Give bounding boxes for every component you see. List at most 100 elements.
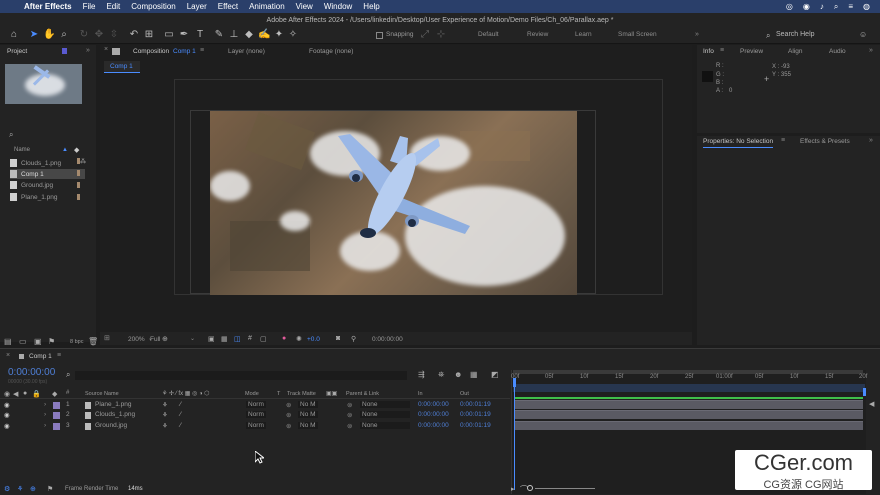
pickwhip-icon[interactable]: ⊚	[347, 422, 352, 430]
preview-tab[interactable]: Preview	[740, 48, 763, 55]
clone-tool-icon[interactable]: ⊥	[228, 29, 240, 41]
creative-cloud-icon[interactable]: ◎	[786, 2, 793, 12]
brush-tool-icon[interactable]: ✎	[213, 29, 225, 41]
breadcrumb[interactable]: Comp 1	[104, 61, 140, 73]
render-time-toggle-icon[interactable]: ⚑	[47, 485, 53, 493]
bell-icon[interactable]: ♪	[820, 2, 824, 12]
layer-in[interactable]: 0:00:00:00	[418, 411, 449, 418]
3d-view-icon[interactable]: ▢	[260, 335, 267, 343]
layer-name[interactable]: Plane_1.png	[95, 401, 132, 408]
col-mode[interactable]: Mode	[245, 391, 259, 397]
layer-parent[interactable]: None	[360, 422, 410, 429]
pickwhip-icon[interactable]: ⊚	[347, 401, 352, 409]
share-icon[interactable]: ☺	[859, 30, 867, 39]
layer-row[interactable]: ◉ › 3 Ground.jpg ⚘ ⁄ Norm ⊛ No M ⊚ None …	[0, 421, 510, 432]
label-icon[interactable]: ◆	[52, 390, 57, 398]
layer-trackmatte[interactable]: No M	[298, 401, 318, 408]
label-color[interactable]	[53, 412, 60, 419]
twirl-icon[interactable]: ›	[44, 411, 46, 418]
col-parent[interactable]: Parent & Link	[346, 391, 379, 397]
quality-switch-icon[interactable]: ⁄	[180, 411, 181, 418]
pan-tool-icon[interactable]: ✥	[93, 29, 105, 41]
align-tab[interactable]: Align	[788, 48, 802, 55]
zoom-select[interactable]: 200%	[128, 336, 145, 343]
info-tab[interactable]: Info	[703, 48, 714, 55]
always-preview-icon[interactable]: ⊞	[104, 334, 110, 342]
control-icon[interactable]: ≡	[848, 2, 853, 12]
footage-tab[interactable]: Footage (none)	[309, 48, 353, 55]
info-overflow-icon[interactable]: »	[869, 47, 873, 54]
composition-canvas[interactable]	[210, 111, 577, 295]
timeline-menu-icon[interactable]: ≡	[57, 352, 61, 359]
workspace-learn[interactable]: Learn	[575, 31, 592, 38]
comp-tab-prefix[interactable]: Composition	[133, 48, 169, 55]
draft-3d-icon[interactable]: ⛯	[438, 370, 444, 380]
current-timecode[interactable]: 0:00:00:00	[8, 367, 55, 378]
collapse-switch-icon[interactable]: ⚘	[162, 401, 168, 409]
matte-icon[interactable]: ⊛	[286, 411, 291, 419]
lock-icon[interactable]: 🔒	[32, 390, 41, 398]
matte-toggle-icon[interactable]: ▣▣	[326, 390, 337, 397]
label-color[interactable]	[53, 423, 60, 430]
effects-presets-tab[interactable]: Effects & Presets	[800, 138, 850, 145]
audio-icon[interactable]: ◀	[13, 390, 18, 398]
pickwhip-icon[interactable]: ⊚	[347, 411, 352, 419]
help-search-input[interactable]: Search Help	[776, 31, 815, 38]
layer-bar[interactable]	[515, 410, 863, 419]
layer-out[interactable]: 0:00:01:19	[460, 411, 491, 418]
dolly-tool-icon[interactable]: ⇳	[108, 29, 120, 41]
layer-name[interactable]: Ground.jpg	[95, 422, 127, 429]
collapse-switch-icon[interactable]: ⚘	[162, 422, 168, 430]
collapse-switch-icon[interactable]: ⚘	[162, 411, 168, 419]
toggle-switches-icon[interactable]: ▸	[511, 485, 515, 493]
quality-switch-icon[interactable]: ⁄	[180, 401, 181, 408]
menu-edit[interactable]: Edit	[106, 2, 120, 11]
mask-visibility-icon[interactable]: ◫	[234, 335, 241, 343]
layer-bar[interactable]	[515, 421, 863, 430]
snapshot-icon[interactable]: ◙	[336, 335, 340, 342]
comp-tab-name[interactable]: Comp 1	[173, 48, 196, 55]
label-color[interactable]	[53, 402, 60, 409]
label-tag-icon[interactable]: ◆	[74, 146, 79, 154]
layer-switches-icon[interactable]: ⚙	[4, 485, 10, 493]
video-visibility-icon[interactable]: ◉	[4, 390, 10, 398]
search-icon[interactable]: ⌕	[834, 2, 838, 12]
shy-icon[interactable]: ☻	[454, 370, 462, 379]
layer-parent[interactable]: None	[360, 401, 410, 408]
properties-menu-icon[interactable]: ≡	[781, 137, 785, 144]
hand-tool-icon[interactable]: ✋	[43, 29, 55, 41]
layer-bar[interactable]	[515, 400, 863, 409]
twirl-icon[interactable]: ›	[44, 422, 46, 429]
pin-tool-icon[interactable]: ✧	[287, 29, 299, 41]
siri-icon[interactable]: ◍	[863, 2, 870, 12]
grid-guides-icon[interactable]: #	[248, 335, 252, 342]
menu-view[interactable]: View	[296, 2, 313, 11]
project-file-plane[interactable]: Plane_1.png	[10, 192, 85, 202]
project-file-clouds[interactable]: Clouds_1.png	[10, 158, 85, 168]
project-settings-icon[interactable]: ⚑	[48, 337, 55, 346]
layer-trackmatte[interactable]: No M	[298, 411, 318, 418]
region-of-interest-icon[interactable]: ▣	[208, 335, 215, 343]
snapping-checkbox[interactable]	[376, 32, 383, 39]
fit-icon[interactable]: ⊕	[162, 335, 168, 343]
graph-editor-icon[interactable]: ◩	[491, 370, 499, 379]
quality-switch-icon[interactable]: ⁄	[180, 422, 181, 429]
zoom-slider-handle[interactable]	[527, 485, 533, 491]
info-menu-icon[interactable]: ≡	[720, 47, 724, 54]
eye-icon[interactable]: ◉	[4, 422, 10, 430]
comp-button-icon[interactable]: ◀	[869, 400, 874, 408]
layer-out[interactable]: 0:00:01:19	[460, 422, 491, 429]
timeline-search-icon[interactable]: ⌕	[66, 370, 70, 380]
bpc-label[interactable]: 8 bpc	[70, 339, 83, 345]
twirl-icon[interactable]: ›	[44, 401, 46, 408]
close-tab-icon[interactable]: ×	[104, 46, 108, 53]
project-col-name[interactable]: Name	[14, 147, 30, 153]
exposure-icon[interactable]: ✺	[296, 335, 302, 343]
work-area-end[interactable]	[863, 388, 866, 396]
snap-option-icon[interactable]: ⤢	[419, 29, 431, 41]
sort-asc-icon[interactable]: ▲	[62, 147, 68, 153]
menu-effect[interactable]: Effect	[218, 2, 238, 11]
comp-mini-flowchart-icon[interactable]: ⇶	[418, 370, 425, 379]
interpret-footage-icon[interactable]: ▤	[4, 337, 12, 346]
new-folder-icon[interactable]: ▭	[19, 337, 27, 346]
